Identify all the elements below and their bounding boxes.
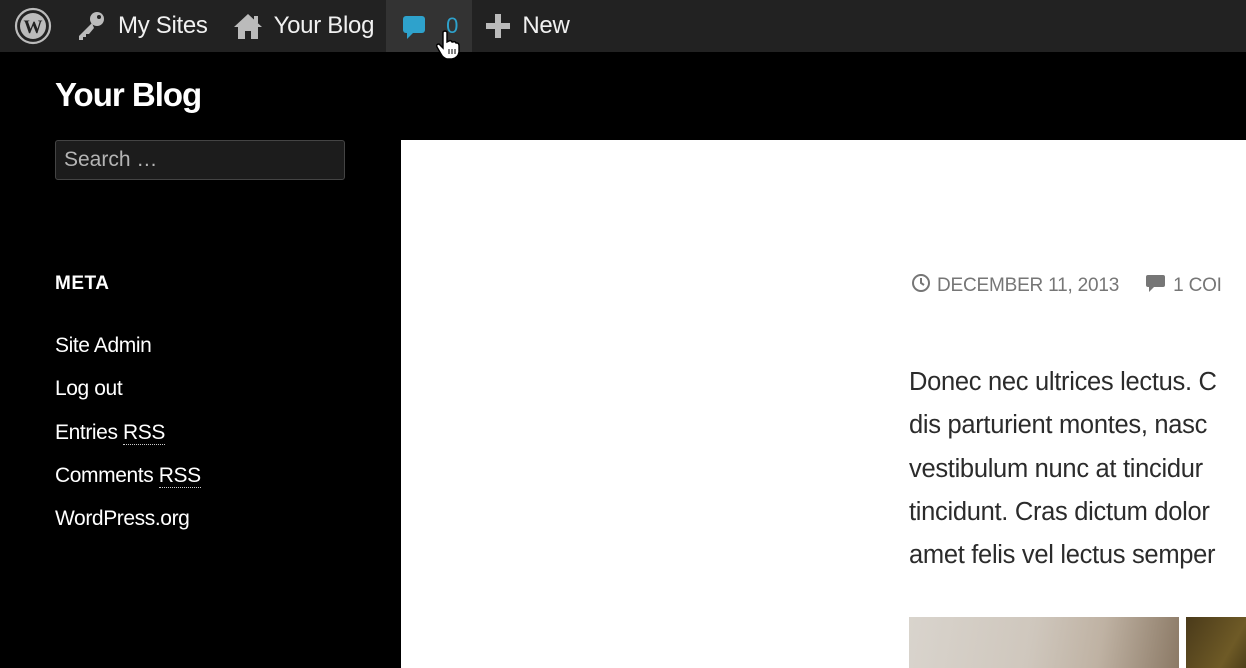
site-name-button[interactable]: Your Blog: [220, 0, 387, 52]
new-content-label: New: [522, 12, 570, 39]
new-content-button[interactable]: New: [472, 0, 581, 52]
site-admin-link[interactable]: Site Admin: [55, 334, 201, 377]
admin-bar: W My Sites Your Blog 0 New: [0, 0, 1246, 52]
comments-rss-label: Comments: [55, 463, 159, 487]
post-content-area: DECEMBER 11, 2013 1 COI Donec nec ultric…: [401, 140, 1246, 668]
my-sites-button[interactable]: My Sites: [62, 0, 220, 52]
post-text-line: dis parturient montes, nasc: [909, 411, 1208, 440]
site-title[interactable]: Your Blog: [55, 76, 202, 114]
log-out-link[interactable]: Log out: [55, 377, 201, 420]
post-text-line: vestibulum nunc at tincidur: [909, 454, 1203, 483]
entry-meta: DECEMBER 11, 2013 1 COI: [911, 273, 1222, 299]
meta-widget-list: Site Admin Log out Entries RSS Comments …: [55, 334, 201, 550]
key-icon: [74, 9, 108, 43]
post-body: Donec nec ultrices lectus. C dis parturi…: [909, 361, 1217, 577]
entries-rss-link[interactable]: Entries RSS: [55, 420, 201, 464]
comments-rss-link[interactable]: Comments RSS: [55, 463, 201, 507]
entries-rss-label: Entries: [55, 420, 123, 444]
meta-widget-title: META: [55, 273, 110, 294]
wordpress-menu-button[interactable]: W: [0, 0, 62, 52]
post-comments-count: 1 COI: [1173, 275, 1222, 296]
wordpress-org-link[interactable]: WordPress.org: [55, 507, 201, 550]
hand-cursor-icon: [436, 30, 460, 65]
my-sites-label: My Sites: [118, 12, 208, 39]
svg-text:W: W: [24, 17, 43, 38]
comment-icon: [1145, 273, 1173, 299]
post-date-link[interactable]: DECEMBER 11, 2013: [911, 273, 1119, 299]
site-name-label: Your Blog: [273, 12, 375, 39]
clock-icon: [911, 273, 937, 299]
post-text-line: amet felis vel lectus semper: [909, 541, 1216, 570]
wordpress-logo-icon: W: [14, 7, 52, 45]
plus-icon: [484, 12, 512, 40]
home-icon: [232, 10, 264, 42]
post-text-line: Donec nec ultrices lectus. C: [909, 368, 1217, 396]
post-comments-link[interactable]: 1 COI: [1145, 273, 1222, 299]
gallery-image[interactable]: [909, 617, 1179, 668]
search-input[interactable]: [55, 140, 345, 180]
rss-abbreviation: RSS: [123, 420, 165, 445]
comment-bubble-icon: [402, 11, 428, 41]
rss-abbreviation: RSS: [158, 463, 201, 488]
post-date: DECEMBER 11, 2013: [937, 275, 1120, 296]
post-text-line: tincidunt. Cras dictum dolor: [909, 497, 1210, 526]
gallery-image[interactable]: [1186, 617, 1246, 668]
